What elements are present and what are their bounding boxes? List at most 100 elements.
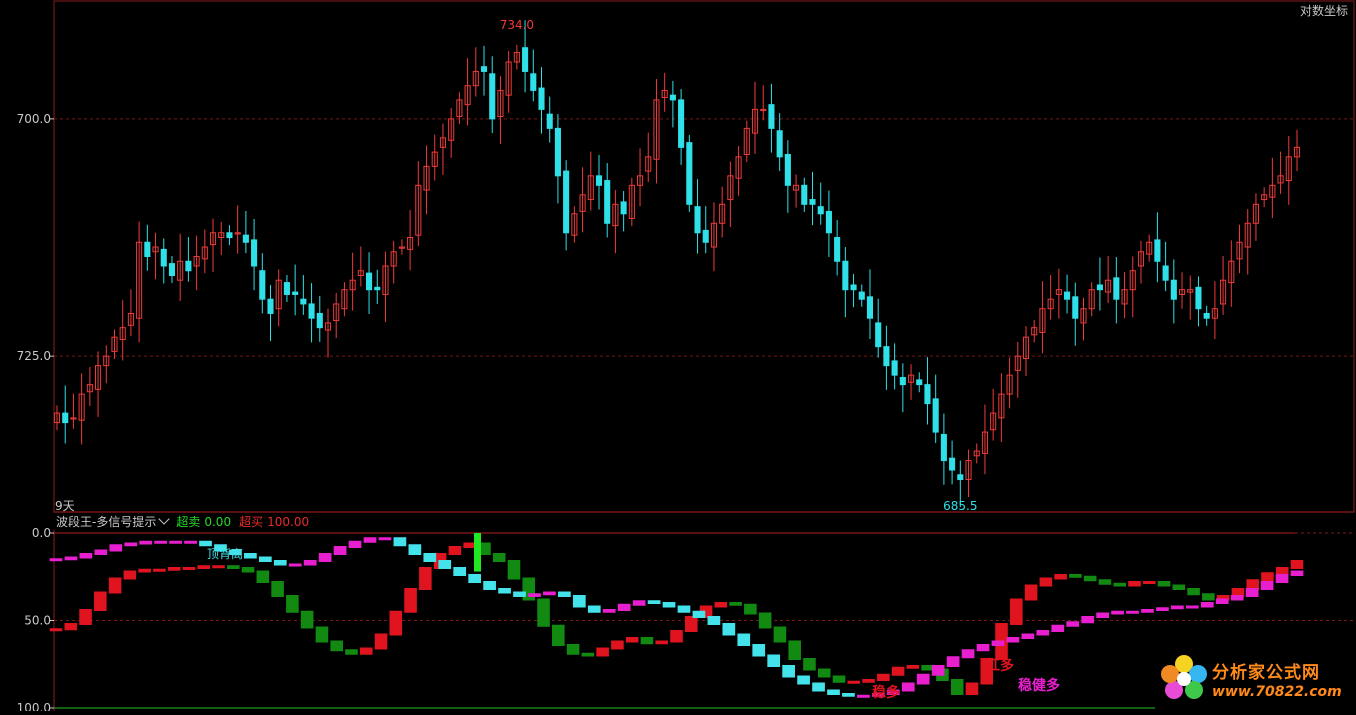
band-line-segment	[1202, 593, 1215, 601]
candle-body	[604, 180, 611, 224]
trend-line-segment	[244, 553, 257, 559]
candle	[932, 374, 939, 443]
trend-line-segment	[602, 609, 616, 613]
candle	[1022, 326, 1030, 377]
candle	[924, 357, 931, 425]
candle	[760, 85, 767, 121]
candle	[1014, 341, 1021, 398]
band-line-segment	[330, 640, 343, 652]
steady-long-label: 稳健多	[1018, 677, 1060, 694]
band-line-segment	[1187, 588, 1200, 596]
trend-line-segment	[124, 542, 138, 547]
trend-line-segment	[139, 540, 153, 545]
band-line-segment	[345, 649, 358, 655]
candle	[415, 161, 422, 247]
candle	[1277, 151, 1284, 194]
candle	[201, 229, 208, 274]
indicator-selector[interactable]: 波段王-多信号提示	[56, 513, 172, 529]
candle-body	[678, 99, 685, 148]
candle	[735, 145, 742, 196]
band-line-segment	[744, 603, 757, 615]
candle	[809, 172, 816, 226]
candle	[448, 107, 455, 158]
trend-line-segment	[408, 544, 422, 555]
candle	[768, 83, 775, 153]
candle-body	[595, 175, 603, 186]
candle-body	[768, 104, 775, 129]
trend-line-segment	[333, 546, 347, 555]
candle-body	[144, 241, 151, 257]
candle	[850, 274, 857, 308]
band-line-segment	[108, 577, 122, 594]
candle	[965, 449, 972, 498]
band-line-segment	[847, 680, 861, 684]
band-line-segment	[1054, 574, 1067, 580]
candle-body	[267, 298, 274, 314]
candle-body	[842, 260, 849, 291]
candle-body	[563, 170, 570, 234]
candle	[1105, 256, 1112, 304]
band-line-segment	[714, 602, 728, 608]
candle	[398, 239, 405, 255]
signal-bar	[474, 533, 481, 572]
candle	[242, 210, 249, 254]
candle-body	[160, 248, 167, 267]
trend-line-segment	[692, 610, 706, 618]
candle-body	[1113, 277, 1120, 300]
trend-line-segment	[707, 616, 721, 625]
trend-line-segment	[1006, 637, 1020, 643]
candle	[1055, 268, 1062, 319]
candle	[1154, 212, 1161, 283]
band-line-segment	[1069, 574, 1082, 578]
band-line-segment	[492, 553, 506, 562]
candle-body	[226, 232, 233, 239]
trend-line-segment	[662, 602, 676, 608]
candle	[1064, 274, 1071, 314]
band-line-segment	[300, 610, 314, 629]
candle	[554, 114, 561, 204]
candle	[916, 372, 923, 393]
candle	[119, 300, 126, 361]
candle	[653, 79, 660, 184]
trend-line-segment	[1051, 624, 1065, 632]
watermark-url: www.70822.com	[1212, 684, 1342, 700]
candle	[357, 246, 364, 287]
trend-line-segment	[258, 556, 272, 562]
candle	[571, 206, 578, 243]
band-line-segment	[655, 640, 669, 645]
trend-line-segment	[468, 574, 482, 583]
candle-body	[1072, 296, 1079, 319]
band-line-segment	[315, 626, 329, 643]
candle	[513, 44, 520, 70]
high-price-label: 734.0	[500, 18, 534, 32]
candle	[1121, 272, 1128, 319]
candle	[1178, 272, 1186, 309]
trend-line-segment	[677, 605, 691, 613]
candle	[218, 221, 225, 256]
candle	[62, 385, 69, 444]
candle	[439, 123, 447, 175]
candle-body	[866, 296, 874, 319]
band-line-segment	[256, 570, 270, 583]
candle	[431, 134, 438, 181]
candle	[382, 251, 389, 322]
band-line-segment	[374, 633, 388, 650]
candle	[1080, 297, 1087, 341]
trend-line-segment	[483, 581, 496, 590]
trend-line-segment	[184, 540, 197, 544]
band-line-segment	[153, 568, 166, 572]
candle-body	[530, 73, 537, 91]
band-line-segment	[906, 665, 920, 669]
oversold-value: 0.00	[204, 515, 232, 529]
log-scale-toggle[interactable]: 对数坐标	[1300, 2, 1348, 19]
band-line-segment	[1261, 572, 1274, 582]
candle-body	[916, 379, 923, 386]
stock-chart[interactable]: 725.0 700.0 734.0 685.5 100.0 50.0 0.0 顶背离稳多 红多稳…	[0, 0, 1356, 715]
band-line-segment	[286, 595, 299, 613]
flower-logo-icon	[1161, 655, 1207, 699]
candle	[702, 206, 709, 254]
candle	[661, 72, 668, 112]
band-line-segment	[891, 666, 905, 676]
candle-body	[259, 270, 266, 300]
candle-body	[899, 377, 906, 386]
